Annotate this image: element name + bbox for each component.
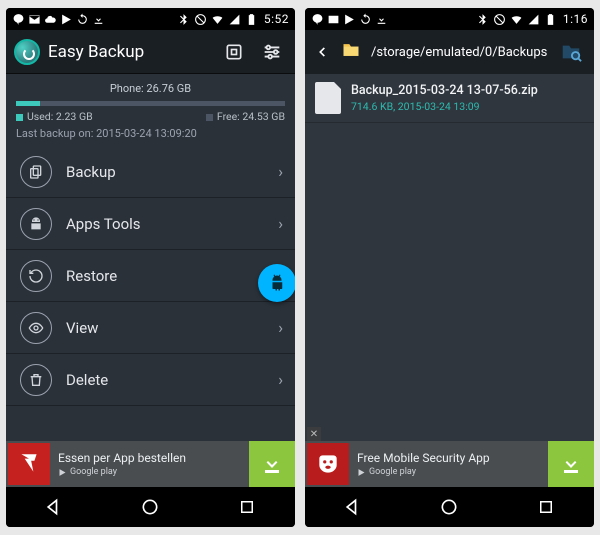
settings-sliders-button[interactable] (257, 37, 287, 67)
file-name: Backup_2015-03-24 13-07-56.zip (351, 83, 538, 98)
chevron-right-icon: › (278, 214, 283, 233)
cloud-icon (44, 13, 57, 26)
bluetooth-icon (476, 13, 489, 26)
path-text: /storage/emulated/0/Backups (371, 45, 548, 60)
chevron-right-icon: › (278, 162, 283, 181)
android-fab-button[interactable] (258, 264, 295, 302)
menu-label: Restore (66, 267, 278, 285)
no-sim-icon (493, 13, 506, 26)
nav-recent-button[interactable] (234, 494, 260, 520)
battery-icon (544, 13, 557, 26)
signal-icon (228, 13, 241, 26)
mail-icon (327, 13, 340, 26)
ad-title: Free Mobile Security App (357, 451, 548, 465)
storage-panel: Phone: 26.76 GB Used: 2.23 GB Free: 24.5… (6, 74, 295, 146)
nav-home-button[interactable] (137, 494, 163, 520)
chevron-right-icon: › (278, 370, 283, 389)
storage-used: Used: 2.23 GB (16, 110, 93, 123)
fullscreen-button[interactable] (219, 37, 249, 67)
ad-close-button[interactable]: ✕ (307, 427, 321, 441)
menu-label: Backup (66, 163, 278, 181)
hangouts-icon (311, 13, 324, 26)
bluetooth-icon (177, 13, 190, 26)
path-bar: /storage/emulated/0/Backups (305, 30, 594, 74)
download-icon (92, 13, 105, 26)
action-bar: Easy Backup (6, 30, 295, 74)
ad-banner[interactable]: ✕ Free Mobile Security App Google play (305, 441, 594, 487)
restore-icon (20, 260, 52, 292)
folder-icon (339, 40, 363, 64)
menu-item-backup[interactable]: Backup › (6, 146, 295, 198)
file-icon (315, 82, 341, 114)
last-backup-text: Last backup on: 2015-03-24 13:09:20 (16, 127, 285, 140)
ad-store-label: Google play (357, 467, 548, 477)
ad-title: Essen per App bestellen (58, 451, 249, 465)
back-arrow-button[interactable] (313, 37, 331, 67)
file-row[interactable]: Backup_2015-03-24 13-07-56.zip 714.6 KB,… (305, 74, 594, 123)
ad-store-label: Google play (58, 467, 249, 477)
menu-label: Delete (66, 371, 278, 389)
sync-icon (359, 13, 372, 26)
search-folder-button[interactable] (556, 37, 586, 67)
menu-label: View (66, 319, 278, 337)
menu-item-apps-tools[interactable]: Apps Tools › (6, 198, 295, 250)
app-logo-icon (14, 39, 40, 65)
wifi-icon (510, 13, 523, 26)
nav-back-button[interactable] (41, 494, 67, 520)
storage-free: Free: 24.53 GB (206, 110, 285, 123)
nav-home-button[interactable] (436, 494, 462, 520)
phone-right: 1:16 /storage/emulated/0/Backups Backup_… (305, 8, 594, 527)
menu-label: Apps Tools (66, 215, 278, 233)
trash-icon (20, 364, 52, 396)
ad-banner[interactable]: Essen per App bestellen Google play (6, 441, 295, 487)
file-meta: 714.6 KB, 2015-03-24 13:09 (351, 100, 538, 113)
eye-icon (20, 312, 52, 344)
ad-app-icon (307, 443, 349, 485)
mail-icon (28, 13, 41, 26)
ad-download-button[interactable] (249, 441, 295, 487)
android-nav-bar (6, 487, 295, 527)
chevron-right-icon: › (278, 318, 283, 337)
android-nav-bar (305, 487, 594, 527)
menu-item-delete[interactable]: Delete › (6, 354, 295, 406)
wifi-icon (211, 13, 224, 26)
ad-download-button[interactable] (548, 441, 594, 487)
phone-left: 5:52 Easy Backup Phone: 26.76 GB Used: 2… (6, 8, 295, 527)
android-icon (20, 208, 52, 240)
ad-app-icon (8, 443, 50, 485)
clock-text: 1:16 (563, 12, 588, 26)
battery-icon (245, 13, 258, 26)
status-bar: 1:16 (305, 8, 594, 30)
app-title: Easy Backup (48, 42, 211, 62)
file-list: Backup_2015-03-24 13-07-56.zip 714.6 KB,… (305, 74, 594, 441)
storage-bar (16, 101, 285, 106)
play-icon (60, 13, 73, 26)
download-icon (375, 13, 388, 26)
main-menu: Backup › Apps Tools › Restore › View › D… (6, 146, 295, 441)
play-icon (343, 13, 356, 26)
status-bar: 5:52 (6, 8, 295, 30)
sync-icon (76, 13, 89, 26)
storage-title: Phone: 26.76 GB (16, 82, 285, 95)
hangouts-icon (12, 13, 25, 26)
nav-back-button[interactable] (340, 494, 366, 520)
no-sim-icon (194, 13, 207, 26)
signal-icon (527, 13, 540, 26)
menu-item-view[interactable]: View › (6, 302, 295, 354)
nav-recent-button[interactable] (533, 494, 559, 520)
clock-text: 5:52 (264, 12, 289, 26)
menu-item-restore[interactable]: Restore › (6, 250, 295, 302)
copy-icon (20, 156, 52, 188)
